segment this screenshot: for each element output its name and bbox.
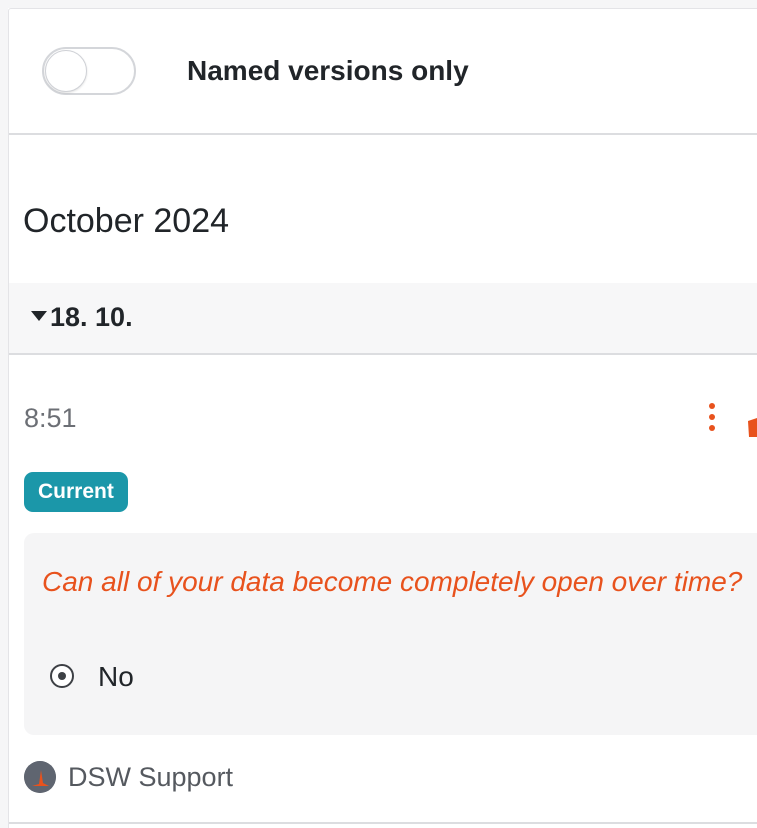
month-title: October 2024 [23, 202, 230, 240]
menu-dot [709, 425, 715, 431]
menu-dot [709, 403, 715, 409]
change-question[interactable]: Can all of your data become completely o… [42, 559, 757, 605]
author-name: DSW Support [68, 762, 234, 792]
toggle-knob [45, 50, 87, 92]
more-vertical-icon[interactable] [701, 399, 723, 439]
avatar-logo-icon [24, 761, 56, 793]
author-row: DSW Support [24, 757, 624, 797]
avatar [24, 761, 56, 793]
caret-down-icon [31, 311, 47, 321]
pointer-arrow-icon [748, 418, 757, 437]
outer-frame-top [0, 0, 757, 8]
day-group-header[interactable]: 18. 10. [9, 283, 757, 355]
version-entry: 8:51 Current Can all of your data become… [9, 355, 757, 815]
answer-label: No [98, 661, 134, 692]
named-versions-toggle[interactable] [42, 47, 136, 95]
current-badge: Current [24, 472, 128, 512]
month-section: October 2024 [9, 135, 757, 285]
outer-frame-left [0, 0, 8, 828]
version-history-page: Named versions only October 2024 18. 10.… [0, 0, 757, 828]
change-card: Can all of your data become completely o… [24, 533, 757, 735]
day-label: 18. 10. [50, 302, 133, 332]
version-time: 8:51 [24, 403, 77, 433]
menu-dot [709, 414, 715, 420]
filter-header: Named versions only [9, 9, 757, 135]
radio-dot [58, 672, 66, 680]
version-history-panel: Named versions only October 2024 18. 10.… [8, 8, 757, 828]
entry-divider [9, 822, 757, 824]
radio-selected-icon [50, 664, 74, 688]
named-versions-label[interactable]: Named versions only [187, 53, 469, 89]
